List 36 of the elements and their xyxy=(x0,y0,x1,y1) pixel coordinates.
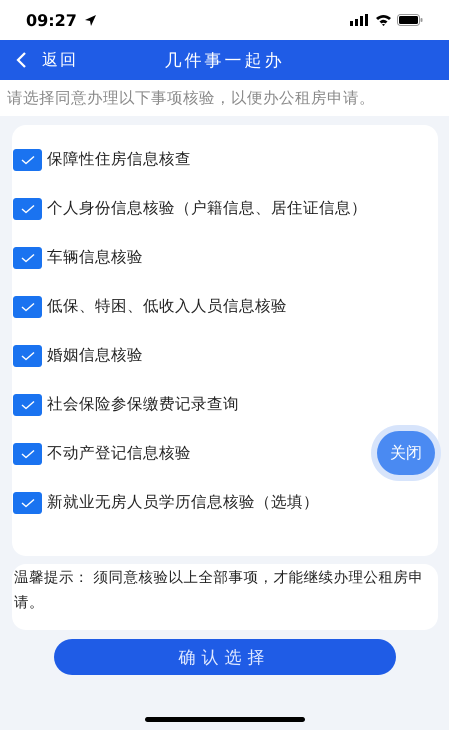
wifi-icon xyxy=(375,14,392,26)
checkbox[interactable] xyxy=(13,492,42,514)
checkbox[interactable] xyxy=(13,198,42,220)
close-float-button[interactable]: 关闭 xyxy=(377,431,435,475)
checklist-item-label: 不动产登记信息核验 xyxy=(47,443,191,464)
checkmark-icon xyxy=(20,498,34,508)
back-button[interactable]: 返回 xyxy=(0,50,78,70)
checkbox[interactable] xyxy=(13,442,42,464)
checkmark-icon xyxy=(20,400,34,410)
location-arrow-icon xyxy=(84,14,97,26)
checkbox[interactable] xyxy=(13,148,42,170)
checklist-item-label: 婚姻信息核验 xyxy=(47,345,143,366)
checkbox[interactable] xyxy=(13,344,42,366)
confirm-button[interactable]: 确认选择 xyxy=(54,639,396,675)
instruction-text: 请选择同意办理以下事项核验，以便办公租房申请。 xyxy=(7,88,375,108)
page-title: 几件事一起办 xyxy=(164,50,284,72)
checkmark-icon xyxy=(20,252,34,262)
checklist-item-label: 社会保险参保缴费记录查询 xyxy=(47,394,239,415)
back-chevron-icon xyxy=(16,52,28,68)
checkbox[interactable] xyxy=(13,296,42,318)
checklist-item-label: 个人身份信息核验（户籍信息、居住证信息） xyxy=(47,198,367,219)
checkmark-icon xyxy=(20,448,34,458)
checkbox[interactable] xyxy=(13,394,42,416)
signal-icon xyxy=(350,14,370,26)
checkmark-icon xyxy=(20,204,34,214)
checkmark-icon xyxy=(20,154,34,164)
checklist-item-label: 新就业无房人员学历信息核验（选填） xyxy=(47,492,319,513)
checklist-item-label: 保障性住房信息核查 xyxy=(47,149,191,170)
checklist-item-label: 车辆信息核验 xyxy=(47,247,143,268)
checklist-item-label: 低保、特困、低收入人员信息核验 xyxy=(47,296,287,317)
tip-text: 温馨提示： 须同意核验以上全部事项，才能继续办理公租房申请。 xyxy=(13,568,425,613)
status-time: 09:27 xyxy=(26,10,77,30)
checkmark-icon xyxy=(20,302,34,312)
checkmark-icon xyxy=(20,350,34,360)
checkbox[interactable] xyxy=(13,246,42,268)
battery-icon xyxy=(397,14,423,26)
